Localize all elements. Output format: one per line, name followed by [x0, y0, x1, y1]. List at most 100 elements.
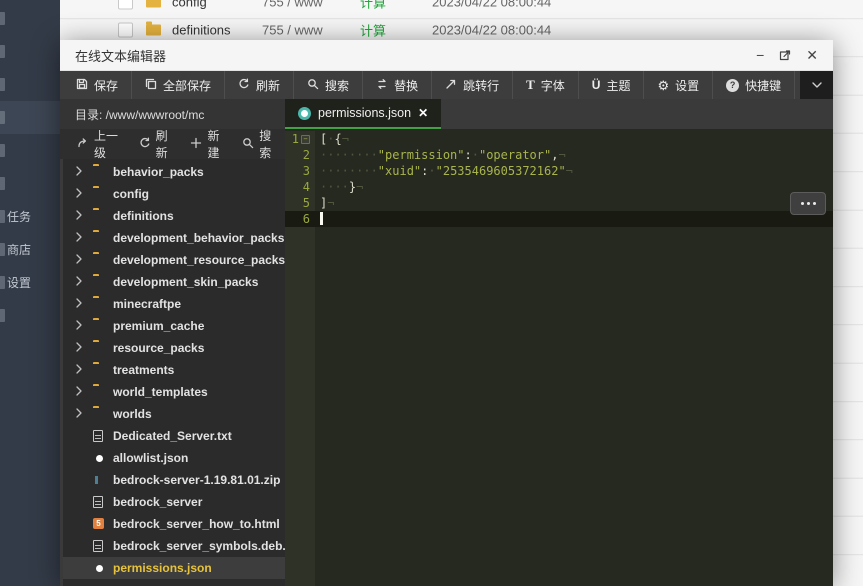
sidebar-item[interactable]: 商店: [0, 233, 60, 266]
tree-item-minecraftpe[interactable]: minecraftpe: [63, 293, 285, 315]
string-token: "xuid": [377, 164, 422, 178]
tree-item-bedrock_server[interactable]: bedrock_server: [63, 491, 285, 513]
chevron-right-icon[interactable]: [73, 165, 85, 180]
code-line-1[interactable]: 1 [·{¬: [285, 131, 833, 147]
tree-item-Dedicated_Server.txt[interactable]: Dedicated_Server.txt: [63, 425, 285, 447]
code-line-3[interactable]: 3 ········"xuid":·"2535469605372162"¬: [285, 163, 833, 179]
tree-item-bedrock_server_symbols.deb...[interactable]: bedrock_server_symbols.deb...: [63, 535, 285, 557]
tree-toolbar-search-button[interactable]: 搜索: [233, 127, 285, 161]
tree-item-allowlist.json[interactable]: allowlist.json: [63, 447, 285, 469]
toolbar-settings-button[interactable]: ⚙ 设置: [644, 71, 714, 99]
sidebar-item-glyph-sliver: [0, 12, 5, 25]
sidebar-item[interactable]: [0, 167, 60, 200]
tree-item-premium_cache[interactable]: premium_cache: [63, 315, 285, 337]
code-editor[interactable]: 1[·{¬2········"permission":·"operator",¬…: [285, 129, 833, 586]
doc-file-icon: [93, 540, 103, 552]
sidebar-item[interactable]: [0, 299, 60, 332]
code-line-6[interactable]: 6: [285, 211, 833, 227]
tree-item-bedrock-server-1.19.81.01.zip[interactable]: bedrock-server-1.19.81.01.zip: [63, 469, 285, 491]
tree-item-label: development_skin_packs: [113, 275, 259, 289]
tree-item-world_templates[interactable]: world_templates: [63, 381, 285, 403]
row-checkbox[interactable]: [118, 22, 133, 37]
chevron-right-icon[interactable]: [73, 231, 85, 246]
chevron-right-icon[interactable]: [73, 209, 85, 224]
tree-item-resource_packs[interactable]: resource_packs: [63, 337, 285, 359]
minimize-icon[interactable]: −: [756, 48, 764, 62]
code-line-5[interactable]: 5]¬: [285, 195, 833, 211]
toolbar-refresh-button[interactable]: 刷新: [225, 71, 295, 99]
sidebar-item[interactable]: 任务: [0, 200, 60, 233]
chevron-right-icon[interactable]: [73, 385, 85, 400]
tree-item-development_resource_packs[interactable]: development_resource_packs: [63, 249, 285, 271]
tree-item-permissions.json[interactable]: permissions.json: [63, 557, 285, 579]
toolbar-hotkeys-button[interactable]: ? 快捷键: [713, 71, 796, 99]
tree-toolbar-up-level-button[interactable]: 上一级: [68, 127, 130, 161]
sidebar-item[interactable]: [0, 134, 60, 167]
settings-icon: ⚙: [657, 77, 670, 93]
fold-widget-icon[interactable]: [301, 134, 310, 144]
code-line-4[interactable]: 4 ····}¬: [285, 179, 833, 195]
tab-close-icon[interactable]: ✕: [418, 106, 428, 120]
toolbar-save-button[interactable]: 保存: [63, 71, 133, 99]
tree-toolbar-new-button[interactable]: 新建: [181, 127, 233, 161]
line-number-text: 1: [291, 132, 299, 146]
code-lines: 1[·{¬2········"permission":·"operator",¬…: [285, 131, 833, 586]
chevron-right-icon[interactable]: [73, 297, 85, 312]
newline-mark: ¬: [565, 164, 573, 178]
chevron-right-icon-svg: [76, 364, 82, 374]
toolbar-button-label: 设置: [675, 78, 700, 93]
file-mtime: 2023/04/22 08:00:44: [432, 22, 552, 37]
toolbar-search-button[interactable]: 搜索: [294, 71, 364, 99]
calc-size-link[interactable]: 计算: [360, 20, 386, 39]
maximize-icon[interactable]: [779, 49, 791, 61]
toolbar-theme-button[interactable]: Ü 主题: [579, 71, 645, 99]
save-icon-svg: [76, 78, 88, 89]
chevron-right-icon[interactable]: [73, 187, 85, 202]
toolbar-font-button[interactable]: T 字体: [513, 71, 579, 99]
chevron-right-icon[interactable]: [73, 253, 85, 268]
row-checkbox[interactable]: [118, 0, 133, 10]
tree-item-development_skin_packs[interactable]: development_skin_packs: [63, 271, 285, 293]
editor-window: 在线文本编辑器 − ✕ 保存 全部保存 刷新 搜索 替换 跳转行 T 字体 Ü 主题 ⚙ 设置? 快捷键…: [60, 40, 833, 586]
table-row[interactable]: definitions 755 / www 计算 2023/04/22 08:0…: [60, 19, 863, 40]
tree-toolbar: 上一级 刷新 新建 搜索: [60, 127, 285, 161]
window-titlebar[interactable]: 在线文本编辑器 − ✕: [60, 40, 833, 71]
tree-item-treatments[interactable]: treatments: [63, 359, 285, 381]
newline-mark: ¬: [327, 196, 335, 210]
tree-toolbar-refresh-button[interactable]: 刷新: [130, 127, 182, 161]
close-icon[interactable]: ✕: [806, 48, 818, 62]
chevron-right-icon[interactable]: [73, 407, 85, 422]
table-row[interactable]: config 755 / www 计算 2023/04/22 08:00:44: [60, 0, 863, 14]
more-options-button[interactable]: [790, 192, 826, 215]
chevron-right-icon[interactable]: [73, 341, 85, 356]
chevron-right-icon[interactable]: [73, 319, 85, 334]
toolbar-save-all-button[interactable]: 全部保存: [132, 71, 226, 99]
sidebar-item[interactable]: [0, 101, 60, 134]
tree-item-label: resource_packs: [113, 341, 205, 355]
tree-item-behavior_packs[interactable]: behavior_packs: [63, 161, 285, 183]
toolbar-replace-button[interactable]: 替换: [363, 71, 433, 99]
chevron-right-icon[interactable]: [73, 363, 85, 378]
file-name[interactable]: definitions: [172, 22, 231, 37]
goto-line-icon-svg: [446, 79, 456, 89]
toolbar-collapse-button[interactable]: [800, 71, 833, 99]
code-line-2[interactable]: 2 ········"permission":·"operator",¬: [285, 147, 833, 163]
chevron-right-icon[interactable]: [73, 275, 85, 290]
gutter-fill: [285, 227, 315, 586]
tree-item-definitions[interactable]: definitions: [63, 205, 285, 227]
tree-item-worlds[interactable]: worlds: [63, 403, 285, 425]
toolbar-goto-line-button[interactable]: 跳转行: [432, 71, 514, 99]
sidebar-item[interactable]: 设置: [0, 266, 60, 299]
save-all-icon-svg: [145, 78, 157, 89]
file-name[interactable]: config: [172, 0, 207, 10]
sidebar-item[interactable]: [0, 35, 60, 68]
tree-toolbar-button-label: 新建: [207, 129, 220, 160]
tab-permissions-json[interactable]: permissions.json ✕: [285, 99, 442, 129]
tree-item-config[interactable]: config: [63, 183, 285, 205]
sidebar-item[interactable]: [0, 2, 60, 35]
editor-toolbar: 保存 全部保存 刷新 搜索 替换 跳转行 T 字体 Ü 主题 ⚙ 设置 ? 快捷键: [60, 71, 833, 99]
sidebar-item[interactable]: [0, 68, 60, 101]
tree-item-development_behavior_packs[interactable]: development_behavior_packs: [63, 227, 285, 249]
tree-item-bedrock_server_how_to.html[interactable]: bedrock_server_how_to.html: [63, 513, 285, 535]
calc-size-link[interactable]: 计算: [360, 0, 386, 12]
